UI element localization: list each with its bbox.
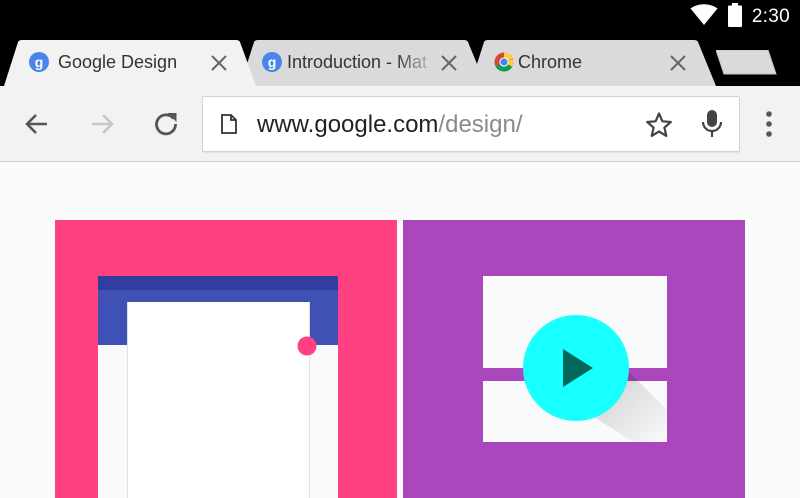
wifi-icon [690, 3, 718, 31]
omnibox[interactable]: www.google.com/design/ [202, 96, 740, 152]
status-icons: 2:30 [690, 0, 790, 34]
reload-icon[interactable] [152, 110, 180, 138]
chrome-favicon [494, 52, 514, 72]
video-illustration [483, 276, 667, 442]
document-illustration [98, 276, 338, 498]
page-icon [221, 114, 237, 139]
tab-title: Chrome [518, 52, 583, 72]
design-card-purple[interactable] [403, 220, 745, 498]
google-design-favicon: g [262, 52, 282, 72]
back-arrow-icon[interactable] [23, 110, 51, 138]
close-tab-icon[interactable] [668, 53, 688, 73]
tab-google-design[interactable]: g Google Design [4, 40, 258, 86]
design-card-pink[interactable] [55, 220, 397, 498]
star-icon[interactable] [645, 111, 673, 144]
tab-title: Google Design [58, 52, 178, 72]
browser-toolbar: www.google.com/design/ [0, 86, 800, 162]
url-host: www.google.com [257, 111, 439, 138]
page-content [0, 163, 800, 498]
svg-text:g: g [268, 54, 277, 70]
url-path: /design/ [438, 111, 523, 138]
url-text[interactable]: www.google.com/design/ [257, 111, 522, 139]
mic-icon[interactable] [701, 109, 723, 144]
tab-strip: Chrome g Introduction - Mat g Google Des… [0, 34, 800, 86]
status-bar: 2:30 [0, 0, 800, 34]
title-fade [396, 40, 436, 86]
more-vert-icon[interactable] [756, 110, 782, 138]
tab-introduction[interactable]: g Introduction - Mat [240, 40, 490, 86]
tab-chrome[interactable]: Chrome [470, 40, 720, 86]
svg-text:g: g [35, 54, 44, 70]
new-tab-button[interactable] [715, 49, 778, 76]
battery-icon [727, 2, 742, 32]
google-design-favicon: g [29, 52, 49, 72]
forward-arrow-icon[interactable] [88, 110, 116, 138]
clock: 2:30 [751, 6, 790, 27]
close-tab-icon[interactable] [439, 53, 459, 73]
close-tab-icon[interactable] [209, 53, 229, 73]
